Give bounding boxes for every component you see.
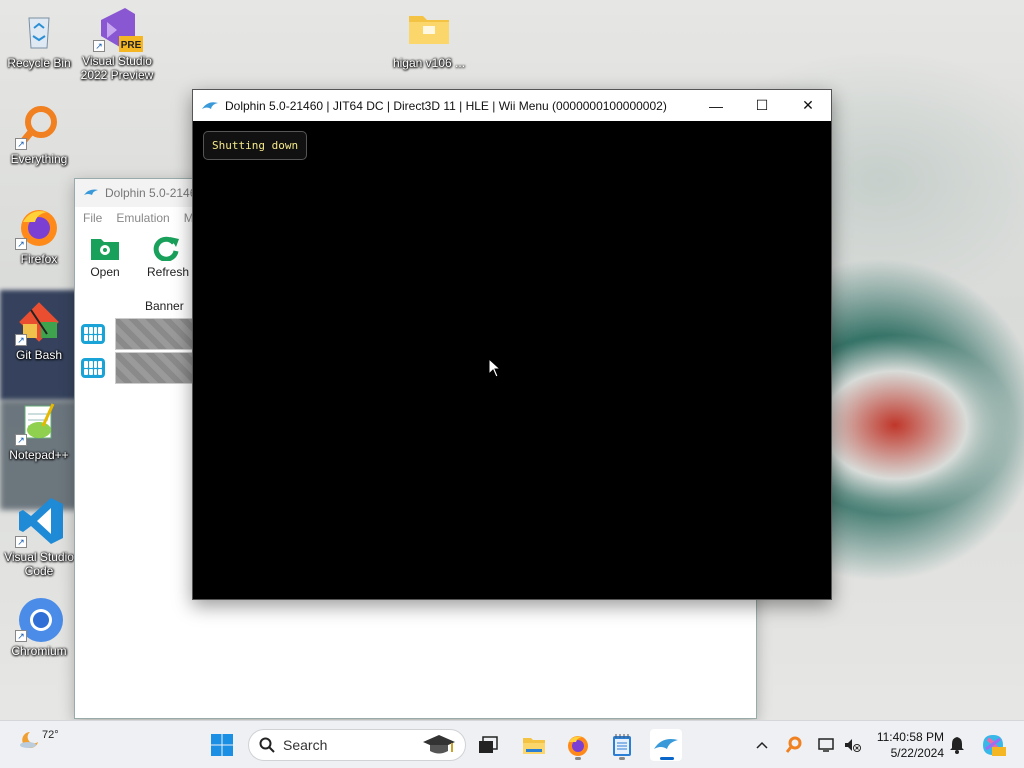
taskbar-firefox[interactable]: [562, 729, 594, 761]
game-list: Banner: [75, 295, 195, 385]
game-banner-placeholder: [115, 318, 193, 350]
active-indicator: [660, 757, 674, 760]
clock-time: 11:40:58 PM: [876, 730, 944, 744]
start-button[interactable]: [206, 729, 238, 761]
visual-studio-preview-icon: PRE ↗: [93, 6, 143, 52]
refresh-icon: [152, 235, 182, 262]
maximize-button[interactable]: ☐: [739, 90, 785, 121]
everything-search-icon: [785, 736, 802, 753]
firefox-icon: ↗: [15, 204, 61, 250]
open-button[interactable]: Open: [85, 235, 125, 279]
weather-moon-icon: [20, 732, 38, 748]
dolphin-icon: [202, 101, 218, 109]
clock-date: 5/22/2024: [890, 746, 944, 760]
minimize-button[interactable]: —: [693, 90, 739, 121]
shortcut-arrow-icon: ↗: [93, 40, 105, 52]
task-view-icon: [479, 736, 498, 753]
network-icon: [818, 738, 834, 752]
taskbar-file-explorer[interactable]: [518, 729, 550, 761]
vscode-icon: ↗: [15, 496, 63, 548]
chevron-up-icon: [756, 741, 768, 749]
tray-volume[interactable]: [840, 729, 864, 761]
weather-widget[interactable]: 72°: [18, 729, 59, 749]
shortcut-arrow-icon: ↗: [15, 536, 27, 548]
running-indicator: [619, 757, 625, 760]
mouse-cursor-icon: [488, 358, 500, 378]
search-icon: [259, 737, 275, 753]
pre-badge: PRE: [121, 40, 142, 51]
wii-platform-icon: [81, 358, 105, 378]
copilot-preview-icon: [983, 735, 1006, 756]
shortcut-arrow-icon: ↗: [15, 238, 27, 250]
menu-emulation[interactable]: Emulation: [116, 211, 169, 225]
desktop-icon-recycle-bin[interactable]: Recycle Bin: [0, 8, 78, 70]
open-folder-icon: [90, 235, 120, 261]
refresh-button[interactable]: Refresh: [147, 235, 189, 279]
main-window-title: Dolphin 5.0-2146: [105, 186, 197, 200]
file-explorer-icon: [523, 738, 545, 754]
game-row[interactable]: [75, 317, 195, 351]
recycle-bin-icon: [17, 8, 61, 52]
desktop-icon-firefox[interactable]: ↗ Firefox: [0, 204, 78, 266]
running-indicator: [575, 757, 581, 760]
tray-network[interactable]: [814, 729, 838, 761]
folder-icon: [407, 8, 451, 52]
desktop-icon-vscode[interactable]: ↗ Visual Studio Code: [0, 496, 78, 578]
show-hidden-icons-button[interactable]: [750, 729, 774, 761]
notifications-button[interactable]: [945, 729, 969, 761]
column-header-banner[interactable]: Banner: [75, 295, 195, 317]
tray-everything[interactable]: [782, 729, 806, 761]
git-bash-icon: ↗: [15, 300, 61, 346]
shortcut-arrow-icon: ↗: [15, 334, 27, 346]
render-window-titlebar[interactable]: Dolphin 5.0-21460 | JIT64 DC | Direct3D …: [193, 90, 831, 121]
weather-temperature: 72°: [42, 729, 59, 741]
menu-file[interactable]: File: [83, 211, 102, 225]
desktop-icon-visual-studio-preview[interactable]: PRE ↗ Visual Studio 2022 Preview: [78, 6, 156, 82]
osd-message: Shutting down: [203, 131, 308, 160]
copilot-button[interactable]: [978, 729, 1008, 761]
firefox-icon: [568, 736, 588, 756]
desktop-icon-notepad-plus-plus[interactable]: ↗ Notepad++: [0, 400, 78, 462]
dolphin-icon: [84, 189, 98, 195]
taskbar-clock[interactable]: 11:40:58 PM 5/22/2024: [868, 729, 944, 761]
windows-logo-icon: [211, 734, 233, 756]
search-placeholder: Search: [283, 737, 328, 753]
taskbar: 72° Search 11:40:58 PM 5/22/2024: [0, 720, 1024, 768]
everything-search-icon: ↗: [15, 104, 61, 150]
desktop-icon-everything[interactable]: ↗ Everything: [0, 104, 78, 166]
taskbar-notepad[interactable]: [606, 729, 638, 761]
notepad-plus-plus-icon: ↗: [15, 400, 61, 446]
game-banner-placeholder: [115, 352, 193, 384]
bell-icon: [950, 737, 964, 754]
shortcut-arrow-icon: ↗: [15, 138, 27, 150]
volume-muted-icon: [845, 739, 861, 752]
desktop-icon-chromium[interactable]: ↗ Chromium: [0, 596, 78, 658]
game-row[interactable]: [75, 351, 195, 385]
taskbar-dolphin[interactable]: [650, 729, 682, 761]
shortcut-arrow-icon: ↗: [15, 630, 27, 642]
notepad-icon: [613, 734, 631, 756]
desktop-icon-git-bash[interactable]: ↗ Git Bash: [0, 300, 78, 362]
chromium-icon: ↗: [15, 596, 63, 642]
render-window-title: Dolphin 5.0-21460 | JIT64 DC | Direct3D …: [225, 98, 667, 113]
taskbar-task-view[interactable]: [472, 729, 504, 761]
close-button[interactable]: ✕: [785, 90, 831, 121]
wii-platform-icon: [81, 324, 105, 344]
dolphin-icon: [654, 739, 678, 749]
graduation-cap-icon: [423, 735, 455, 754]
shortcut-arrow-icon: ↗: [15, 434, 27, 446]
desktop-icon-higan-folder[interactable]: higan v106 ...: [390, 8, 468, 70]
dolphin-render-window: Dolphin 5.0-21460 | JIT64 DC | Direct3D …: [192, 89, 832, 600]
taskbar-search-box[interactable]: Search: [248, 729, 466, 761]
